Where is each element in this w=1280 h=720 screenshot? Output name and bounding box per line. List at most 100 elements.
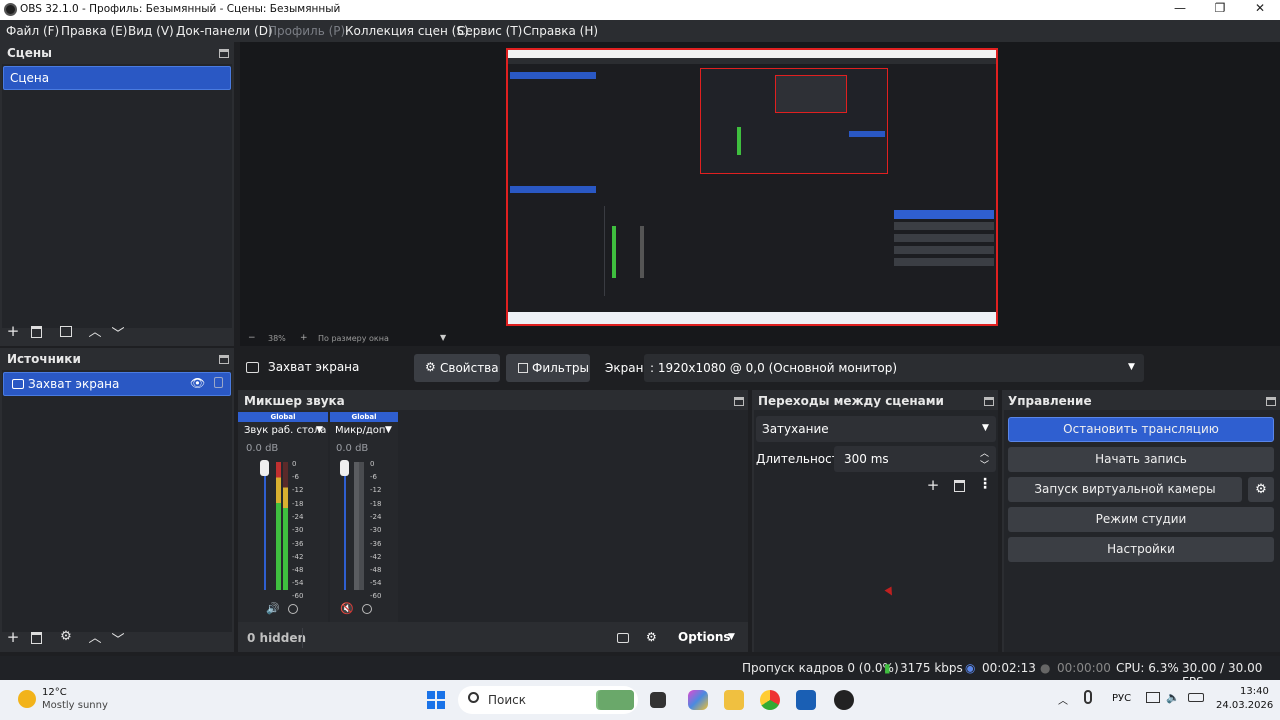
source-item[interactable]: Захват экрана 👁: [3, 372, 231, 396]
add-source-icon[interactable]: +: [5, 628, 21, 646]
weather-desc[interactable]: Mostly sunny: [42, 700, 108, 711]
options-button[interactable]: Options: [678, 630, 731, 644]
footer-divider: [302, 628, 303, 648]
move-up-icon[interactable]: ︿: [87, 321, 103, 340]
remove-scene-icon[interactable]: [31, 326, 42, 338]
transition-select[interactable]: Затухание ▼: [756, 416, 996, 442]
volume-slider-handle[interactable]: [340, 460, 349, 476]
filters-icon: [518, 363, 528, 373]
tray-chevron-up-icon[interactable]: ︿: [1058, 692, 1068, 707]
scenes-dock: Сцены Сцена + ︿ ﹀: [0, 42, 234, 346]
transitions-float-icon[interactable]: [984, 397, 994, 406]
scenes-list: Сцена: [2, 64, 232, 328]
taskbar-obs-icon[interactable]: [834, 690, 854, 710]
obs-app-icon: [4, 3, 17, 16]
minimize-button[interactable]: —: [1160, 1, 1200, 19]
speaker-icon[interactable]: 🔊: [266, 602, 280, 615]
network-icon[interactable]: [1146, 692, 1160, 703]
remove-transition-icon[interactable]: [954, 480, 965, 492]
options-chevron-icon[interactable]: ▼: [728, 632, 735, 642]
menu-scene-collection[interactable]: Коллекция сцен (S): [345, 24, 469, 38]
zoom-out-icon[interactable]: −: [248, 333, 256, 343]
taskbar-copilot-icon[interactable]: [688, 690, 708, 710]
duration-spinbox[interactable]: 300 ms ︿ ﹀: [834, 446, 996, 472]
screen-capture-preview[interactable]: [506, 48, 998, 326]
layout-toggle-icon[interactable]: [617, 633, 629, 643]
preview-mini-btn-5: [894, 258, 994, 266]
taskbar-widget-icon[interactable]: [598, 690, 634, 710]
virtual-camera-settings-gear-icon[interactable]: ⚙: [1248, 477, 1274, 502]
preview-area[interactable]: − 38% + По размеру окна ▼: [240, 42, 1280, 346]
lock-icon[interactable]: [214, 377, 223, 388]
battery-icon[interactable]: [1188, 693, 1204, 702]
tray-mic-icon[interactable]: [1084, 690, 1092, 704]
eye-icon[interactable]: 👁: [190, 376, 205, 390]
monitor-audio-icon[interactable]: [288, 604, 298, 614]
taskbar-chrome-icon[interactable]: [760, 690, 780, 710]
transitions-title: Переходы между сценами: [758, 394, 944, 408]
virtual-camera-button[interactable]: Запуск виртуальной камеры: [1008, 477, 1242, 502]
channel-name[interactable]: Микр/доп: [335, 425, 385, 436]
scene-filters-icon[interactable]: [60, 326, 72, 337]
menu-file[interactable]: Файл (F): [6, 24, 59, 38]
menu-tools[interactable]: Сервис (T): [457, 24, 522, 38]
windows-start-icon[interactable]: [427, 691, 445, 709]
remove-source-icon[interactable]: [31, 632, 42, 644]
record-time: 00:00:00: [1057, 661, 1111, 675]
filters-button[interactable]: Фильтры: [506, 354, 590, 382]
mixer-float-icon[interactable]: [734, 397, 744, 406]
transition-more-icon[interactable]: ⋮: [978, 476, 992, 492]
muted-speaker-icon[interactable]: 🔇: [340, 602, 354, 615]
controls-float-icon[interactable]: [1266, 397, 1276, 406]
maximize-button[interactable]: ❐: [1200, 1, 1240, 19]
clock-date[interactable]: 24.03.2026: [1216, 700, 1273, 711]
properties-label: Свойства: [440, 361, 499, 375]
zoom-fit-label[interactable]: По размеру окна: [318, 334, 389, 343]
stop-stream-button[interactable]: Остановить трансляцию: [1008, 417, 1274, 442]
menu-help[interactable]: Справка (H): [523, 24, 598, 38]
weather-temp[interactable]: 12°C: [42, 687, 67, 698]
scene-item[interactable]: Сцена: [3, 66, 231, 90]
taskbar-task-view-icon[interactable]: [650, 692, 666, 708]
weather-sun-icon[interactable]: [18, 690, 36, 708]
channel-name[interactable]: Звук раб. стола: [244, 425, 326, 436]
source-move-up-icon[interactable]: ︿: [87, 627, 103, 646]
add-scene-icon[interactable]: +: [5, 322, 21, 340]
source-properties-gear-icon[interactable]: ⚙: [58, 629, 74, 644]
volume-slider-track[interactable]: [264, 462, 266, 590]
properties-button[interactable]: ⚙ Свойства: [414, 354, 500, 382]
start-record-button[interactable]: Начать запись: [1008, 447, 1274, 472]
record-icon: ●: [1040, 661, 1051, 675]
add-transition-icon[interactable]: +: [925, 476, 941, 494]
close-button[interactable]: ✕: [1240, 1, 1280, 19]
volume-slider-handle[interactable]: [260, 460, 269, 476]
studio-mode-button[interactable]: Режим студии: [1008, 507, 1274, 532]
menu-view[interactable]: Вид (V): [128, 24, 174, 38]
zoom-dropdown-chevron-icon[interactable]: ▼: [440, 333, 446, 342]
menu-docks[interactable]: Док-панели (D): [176, 24, 273, 38]
keyboard-language[interactable]: РУС: [1112, 693, 1131, 704]
advanced-audio-gear-icon[interactable]: ⚙: [646, 630, 657, 644]
volume-icon[interactable]: 🔈: [1166, 691, 1180, 704]
source-move-down-icon[interactable]: ﹀: [110, 629, 126, 648]
channel-menu-chevron-icon[interactable]: ▼: [316, 425, 323, 435]
channel-menu-chevron-icon[interactable]: ▼: [385, 425, 392, 435]
monitor-audio-icon[interactable]: [362, 604, 372, 614]
filters-label: Фильтры: [532, 361, 589, 375]
move-down-icon[interactable]: ﹀: [110, 323, 126, 342]
clock-time[interactable]: 13:40: [1240, 686, 1269, 697]
chevron-down-icon: ▼: [982, 423, 989, 433]
scenes-float-icon[interactable]: [219, 49, 229, 58]
sources-float-icon[interactable]: [219, 355, 229, 364]
scene-item-label: Сцена: [10, 71, 50, 85]
taskbar-explorer-icon[interactable]: [724, 690, 744, 710]
settings-button[interactable]: Настройки: [1008, 537, 1274, 562]
preview-mini-taskbar: [508, 312, 996, 324]
volume-slider-track[interactable]: [344, 462, 346, 590]
zoom-in-icon[interactable]: +: [300, 333, 308, 343]
menu-profile[interactable]: Профиль (P): [268, 24, 345, 38]
menu-edit[interactable]: Правка (E): [61, 24, 127, 38]
spin-down-icon[interactable]: ﹀: [980, 458, 989, 471]
taskbar-store-icon[interactable]: [796, 690, 816, 710]
screen-select[interactable]: : 1920x1080 @ 0,0 (Основной монитор) ▼: [644, 354, 1144, 382]
